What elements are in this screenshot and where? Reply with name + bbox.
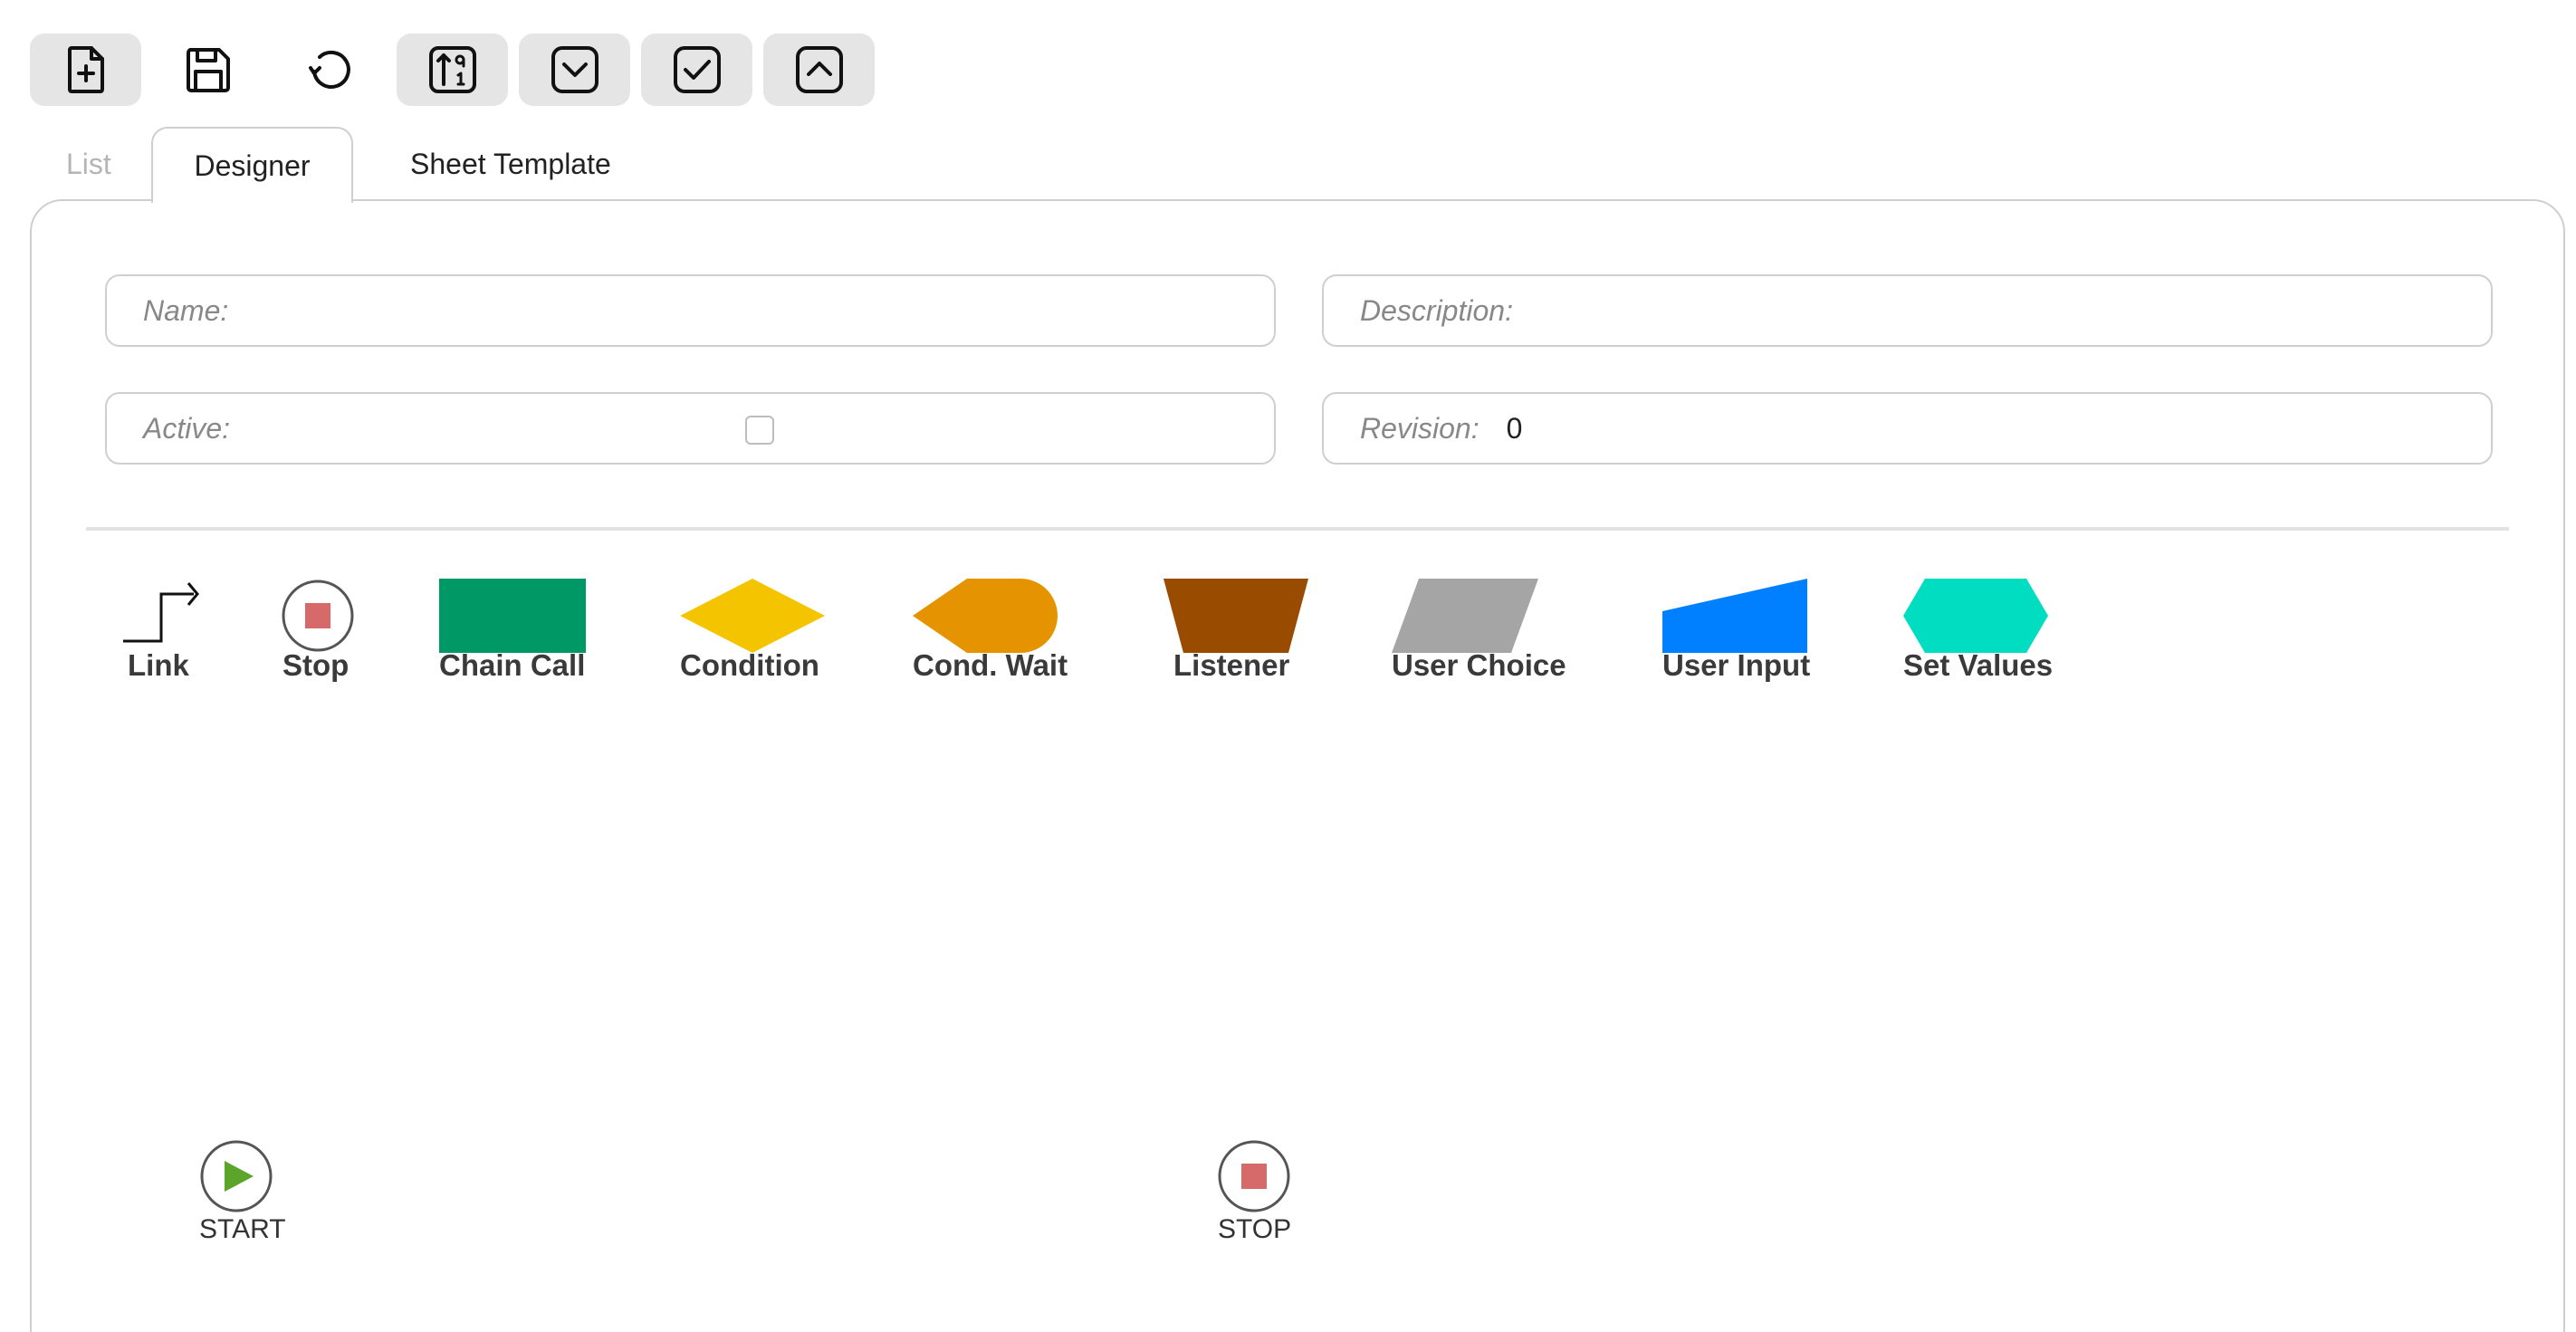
revision-label: Revision: [1360, 411, 1480, 445]
description-input[interactable] [1521, 293, 2491, 328]
file-plus-icon [67, 46, 104, 93]
palette-listener[interactable] [1164, 579, 1308, 653]
palette-listener-label: Listener [1173, 648, 1290, 682]
check-square-icon [673, 46, 721, 93]
palette-link[interactable] [121, 576, 203, 645]
revision-field[interactable]: Revision: 0 [1322, 392, 2493, 465]
chevron-down-square-icon [551, 46, 599, 93]
palette-chain-call[interactable] [439, 579, 586, 653]
sort-numeric-icon [428, 46, 476, 93]
stop-node-label: STOP [1218, 1214, 1292, 1244]
designer-panel: Name: Description: Active: Revision: 0 [30, 199, 2565, 1332]
divider [86, 527, 2509, 531]
app-page: List Designer Sheet Template Name: Descr… [0, 0, 2576, 1332]
description-label: Description: [1360, 293, 1513, 327]
palette-chain-call-label: Chain Call [439, 648, 586, 682]
tab-designer[interactable]: Designer [151, 127, 353, 203]
tab-bar: List Designer Sheet Template [30, 127, 2565, 203]
palette-cond-wait[interactable] [913, 579, 1058, 653]
set-values-shape [1903, 579, 2048, 653]
play-icon [200, 1140, 273, 1212]
tab-list[interactable]: List [30, 127, 148, 201]
revision-value: 0 [1506, 411, 1523, 445]
link-connector-icon [123, 582, 199, 643]
palette-user-input-label: User Input [1662, 648, 1811, 682]
toolbar [30, 34, 875, 106]
start-node[interactable] [199, 1139, 273, 1218]
tab-sheet-template[interactable]: Sheet Template [374, 127, 647, 201]
palette-condition[interactable] [680, 579, 825, 653]
palette-user-input[interactable] [1662, 579, 1807, 653]
stop-icon [1218, 1140, 1290, 1212]
palette-user-choice[interactable] [1392, 579, 1538, 653]
save-button[interactable] [152, 34, 263, 106]
floppy-disk-icon [186, 48, 230, 92]
stop-icon [282, 580, 354, 652]
palette-stop-label: Stop [282, 648, 350, 682]
palette-user-choice-label: User Choice [1392, 648, 1566, 682]
user-choice-shape [1392, 579, 1538, 653]
stop-node[interactable] [1217, 1139, 1291, 1218]
palette-condition-label: Condition [680, 648, 819, 682]
sort-button[interactable] [397, 34, 508, 106]
active-field: Active: [105, 392, 1276, 465]
active-checkbox[interactable] [745, 416, 774, 445]
chevron-up-square-icon [795, 46, 843, 93]
chain-call-shape [439, 579, 586, 653]
condition-shape [680, 579, 825, 653]
palette-set-values[interactable] [1903, 579, 2048, 653]
collapse-button[interactable] [763, 34, 875, 106]
cond-wait-shape [913, 579, 1058, 653]
name-label: Name: [143, 293, 229, 327]
listener-shape [1164, 579, 1308, 653]
dropdown-button[interactable] [519, 34, 630, 106]
name-field[interactable]: Name: [105, 274, 1276, 347]
user-input-shape [1662, 579, 1807, 653]
rotate-ccw-icon [308, 50, 350, 89]
reload-button[interactable] [274, 34, 386, 106]
start-node-label: START [199, 1214, 286, 1244]
name-input[interactable] [237, 293, 1274, 328]
palette-link-label: Link [128, 648, 189, 682]
new-document-button[interactable] [30, 34, 141, 106]
palette-cond-wait-label: Cond. Wait [913, 648, 1068, 682]
active-label: Active: [143, 411, 231, 445]
description-field[interactable]: Description: [1322, 274, 2493, 347]
check-button[interactable] [641, 34, 752, 106]
palette-set-values-label: Set Values [1903, 648, 2054, 682]
palette-stop[interactable] [281, 579, 355, 653]
